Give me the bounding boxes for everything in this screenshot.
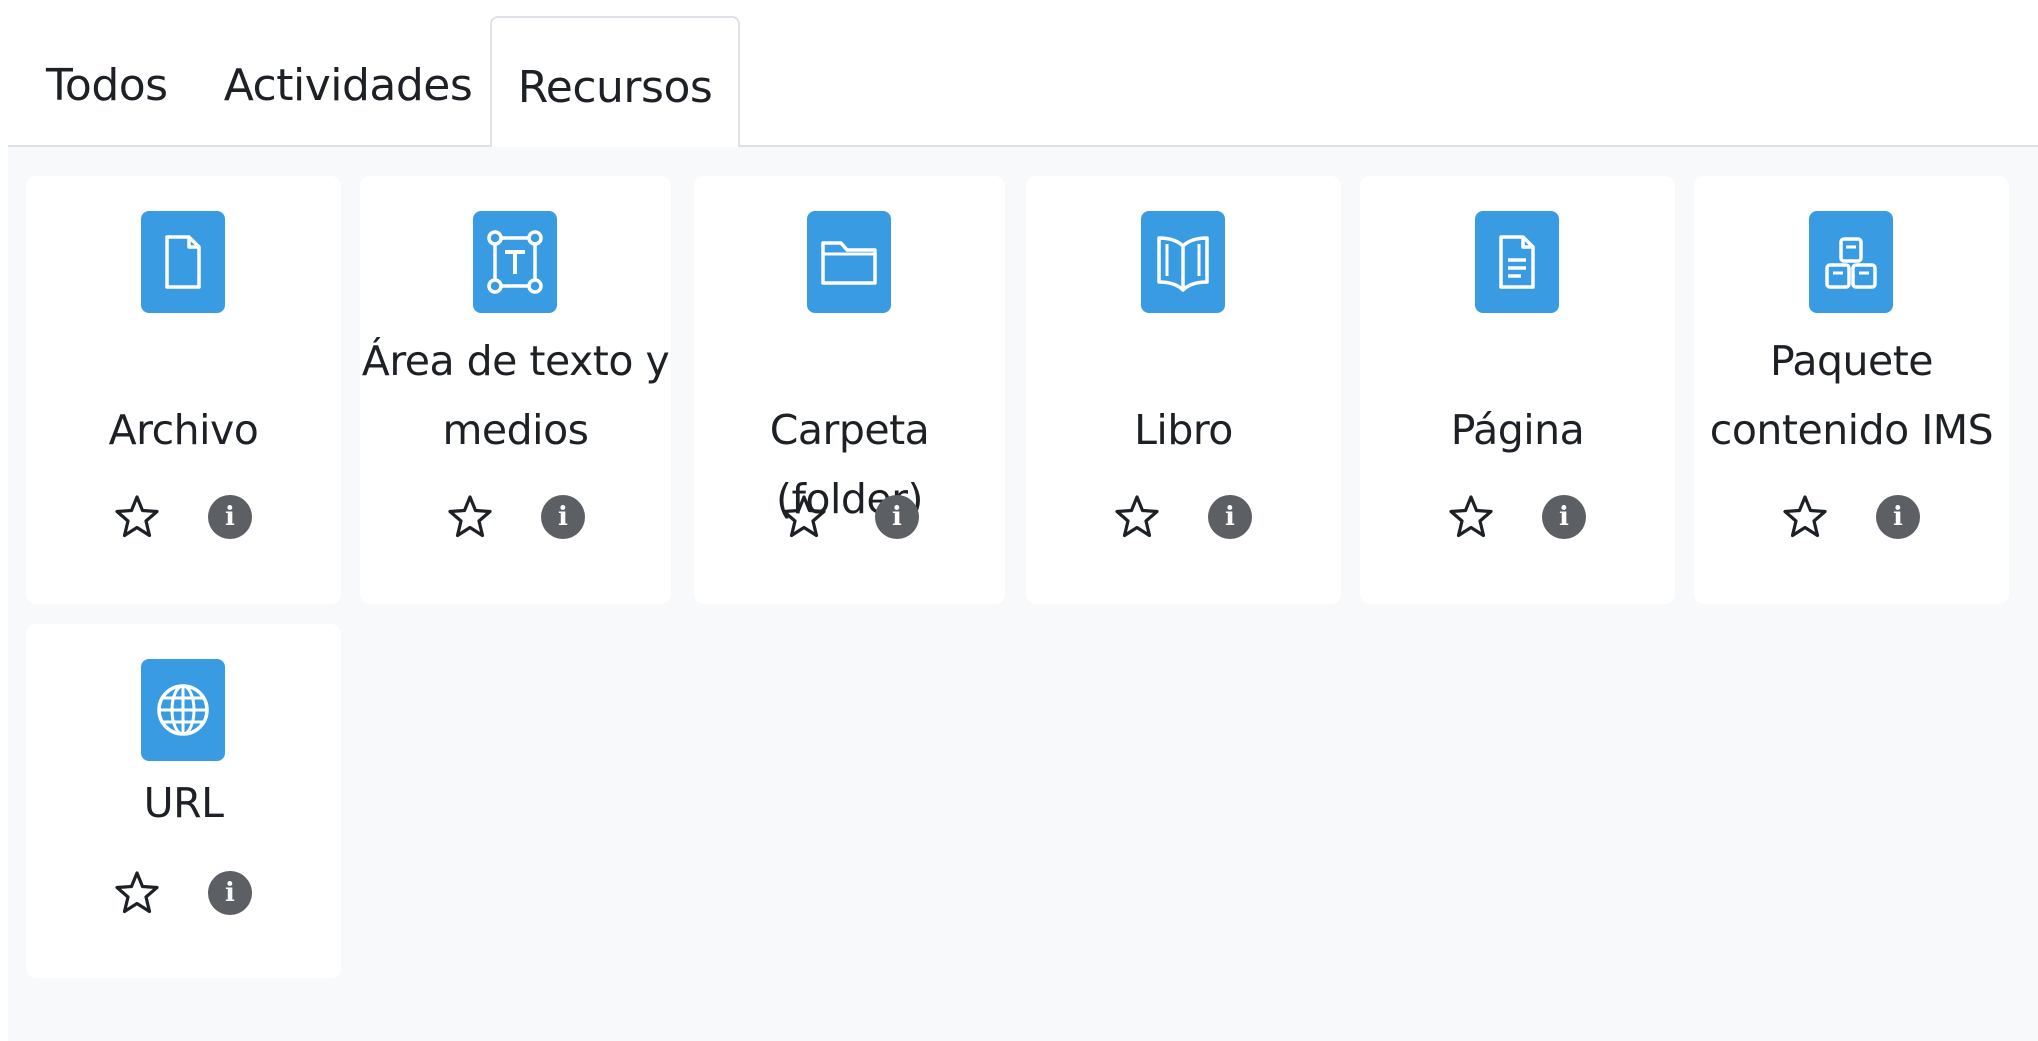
info-icon[interactable]: i bbox=[208, 871, 252, 915]
book-icon bbox=[1141, 211, 1225, 313]
folder-icon bbox=[807, 211, 891, 313]
resource-label: Paquete bbox=[1769, 337, 1934, 385]
resource-label: Página bbox=[1450, 406, 1585, 454]
info-icon[interactable]: i bbox=[541, 495, 585, 539]
tab-actividades[interactable]: Actividades bbox=[208, 16, 488, 147]
file-icon bbox=[141, 211, 225, 313]
star-icon[interactable] bbox=[780, 493, 828, 541]
page-icon bbox=[1475, 211, 1559, 313]
globe-icon bbox=[141, 659, 225, 761]
resource-label: contenido IMS bbox=[1709, 406, 1994, 454]
resource-card-paquete-ims[interactable]: Paquete contenido IMS i bbox=[1694, 176, 2009, 604]
resource-card-area-texto[interactable]: Área de texto y medios i bbox=[360, 176, 671, 604]
resource-label: URL bbox=[143, 779, 224, 827]
resource-card-url[interactable]: URL i bbox=[26, 624, 341, 978]
star-icon[interactable] bbox=[1447, 493, 1495, 541]
info-icon[interactable]: i bbox=[1542, 495, 1586, 539]
star-icon[interactable] bbox=[446, 493, 494, 541]
info-icon[interactable]: i bbox=[1876, 495, 1920, 539]
resource-label: Libro bbox=[1134, 406, 1233, 454]
resource-card-pagina[interactable]: Página i bbox=[1360, 176, 1675, 604]
ims-package-icon bbox=[1809, 211, 1893, 313]
resources-grid: Archivo i Área de texto y medios i Carpe… bbox=[8, 147, 2038, 1041]
resource-label: medios bbox=[442, 406, 589, 454]
activity-chooser: Todos Actividades Recursos Archivo i Áre… bbox=[0, 0, 2038, 1041]
tab-bar: Todos Actividades Recursos bbox=[8, 0, 2038, 149]
info-icon[interactable]: i bbox=[875, 495, 919, 539]
tab-todos[interactable]: Todos bbox=[8, 16, 198, 147]
star-icon[interactable] bbox=[113, 493, 161, 541]
tab-recursos[interactable]: Recursos bbox=[490, 16, 740, 149]
info-icon[interactable]: i bbox=[208, 495, 252, 539]
text-area-icon bbox=[473, 211, 557, 313]
resource-card-archivo[interactable]: Archivo i bbox=[26, 176, 341, 604]
info-icon[interactable]: i bbox=[1208, 495, 1252, 539]
star-icon[interactable] bbox=[1113, 493, 1161, 541]
resource-card-carpeta[interactable]: Carpeta (folder) i bbox=[694, 176, 1005, 604]
star-icon[interactable] bbox=[1781, 493, 1829, 541]
resource-label: Carpeta (folder) bbox=[769, 406, 930, 523]
star-icon[interactable] bbox=[113, 869, 161, 917]
resource-label: Área de texto y bbox=[361, 337, 670, 385]
resource-label: Archivo bbox=[108, 406, 259, 454]
resource-card-libro[interactable]: Libro i bbox=[1026, 176, 1341, 604]
